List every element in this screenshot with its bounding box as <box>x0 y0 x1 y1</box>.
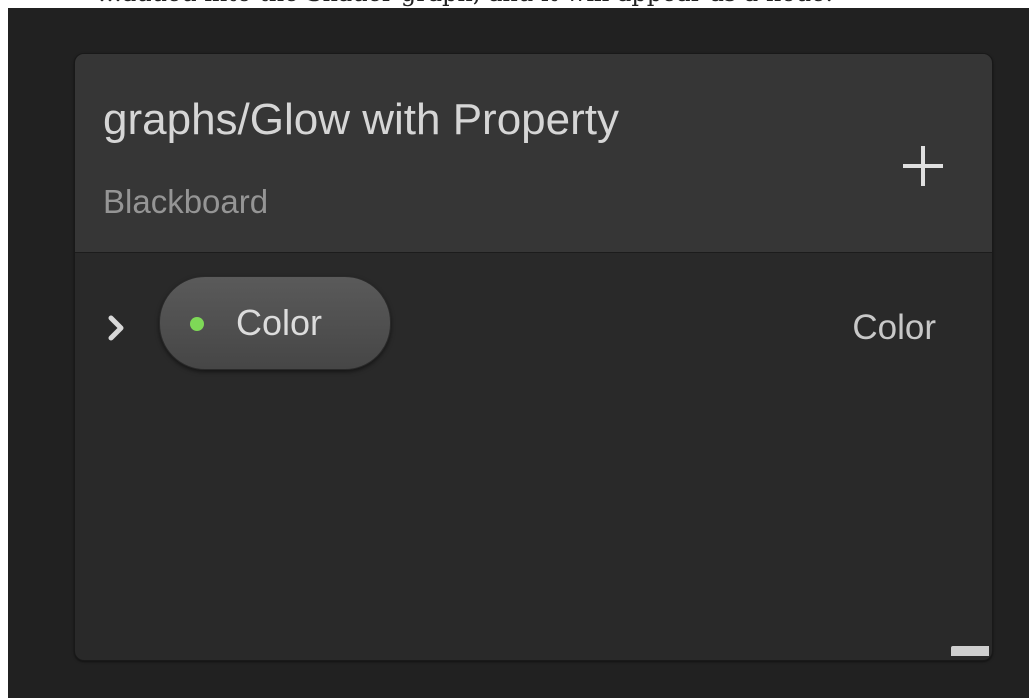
add-property-button[interactable] <box>897 140 949 192</box>
property-type-label: Color <box>852 308 936 347</box>
chevron-right-icon[interactable] <box>107 314 125 342</box>
blackboard-subtitle: Blackboard <box>103 183 269 220</box>
resize-handle[interactable] <box>951 646 989 656</box>
screenshot-frame: …added into the Shader graph, and it wil… <box>0 0 1029 698</box>
document-text-snippet: …added into the Shader graph, and it wil… <box>98 0 978 8</box>
property-pill-color[interactable]: Color <box>159 276 391 370</box>
blackboard-panel: graphs/Glow with Property Blackboard Col… <box>74 53 993 661</box>
plus-icon <box>903 146 943 186</box>
property-row[interactable]: Color Color <box>75 264 992 370</box>
blackboard-header: graphs/Glow with Property Blackboard <box>75 54 992 253</box>
graph-path-title: graphs/Glow with Property <box>103 95 619 144</box>
graph-canvas[interactable]: graphs/Glow with Property Blackboard Col… <box>8 8 1029 698</box>
property-name: Color <box>236 302 323 343</box>
exposed-indicator-dot <box>190 317 204 331</box>
